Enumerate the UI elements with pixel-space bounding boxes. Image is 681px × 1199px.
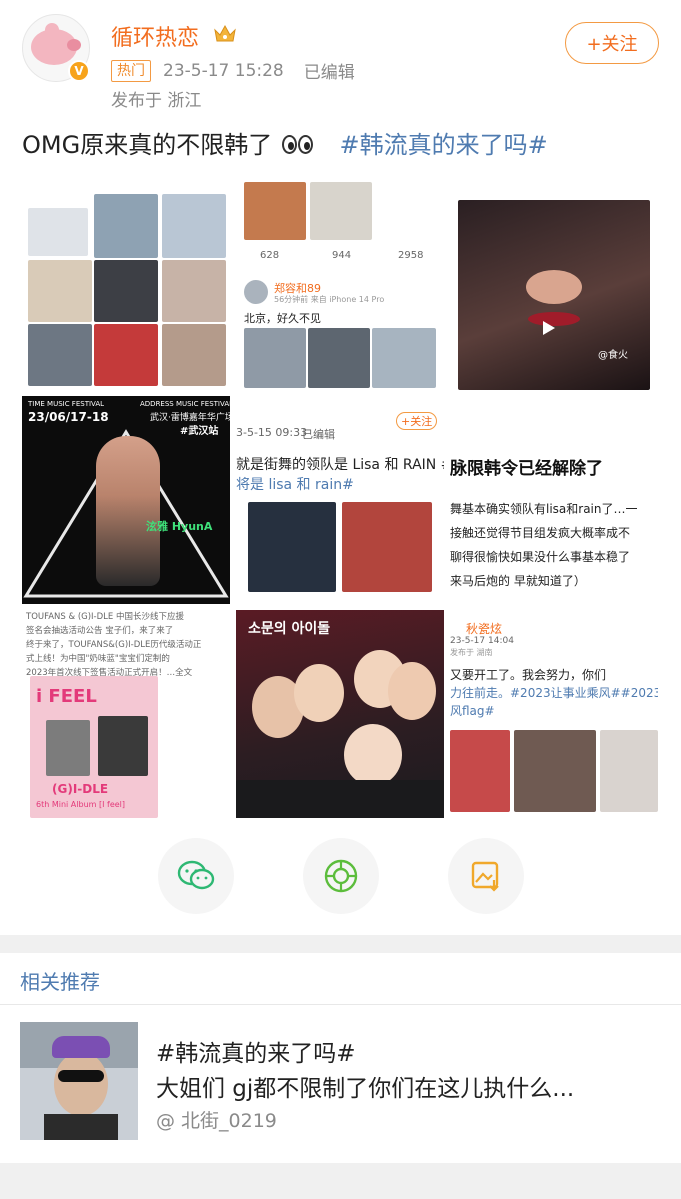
post-body: OMG原来真的不限韩了 [22,131,273,159]
image-grid: 628 944 2958 郑容和89 56分钟前 来自 iPhone 14 Pr… [22,182,660,818]
post-date: 23-5-17 14:04 [450,636,514,646]
user-avatar [244,280,268,304]
related-text[interactable]: 大姐们 gj都不限制了你们在这儿执什么... [156,1069,574,1103]
grid-image-5[interactable]: 3-5-15 09:33 已编辑 +关注 就是街舞的领队是 Lisa 和 RAI… [236,396,444,604]
follow-mini-button: +关注 [396,412,438,430]
grid-image-1[interactable] [22,182,230,390]
grid-image-9[interactable]: 秋瓷炫 23-5-17 14:04 发布于 湖南 又要开工了。我会努力，你们 力… [450,610,658,818]
wechat-icon [177,860,215,890]
verified-icon: V [68,60,90,82]
text-line-3: 聊得很愉快如果没什么事基本稳了 [450,550,631,564]
grid-image-7[interactable]: TOUFANS & (G)I-DLE 中国长沙线下应援 签名会抽选活动公告 宝子… [22,610,230,818]
grid-image-4[interactable]: TIME MUSIC FESTIVAL 23/06/17-18 ADDRESS … [22,396,230,604]
video-watermark: @食火 [598,350,628,361]
play-icon[interactable] [542,320,556,336]
user-name: 秋瓷炫 [466,622,503,636]
grid-image-3[interactable]: @食火 [450,182,658,390]
post-location: 发布于 湖南 [450,648,493,657]
post-meta: 热门 23-5-17 15:28 已编辑 [111,58,355,83]
save-image-button[interactable] [448,838,524,914]
hot-badge: 热门 [111,59,151,82]
text-line-4: 来马后炮的 早就知道了） [450,574,586,588]
post-header: V 循环热恋 热门 23-5-17 15:28 已编辑 发布于 浙江 +关注 [0,0,681,120]
wechat-share-button[interactable] [158,838,234,914]
bottom-gap [0,1163,681,1199]
related-title: 相关推荐 [20,970,100,994]
related-thumbnail[interactable] [20,1022,138,1140]
related-divider [0,1004,681,1005]
grid-image-8[interactable]: 소문의 아이돌 [236,610,444,818]
festival-date: 23/06/17-18 [28,410,109,424]
festival-brand: ADDRESS MUSIC FESTIVAL [140,400,230,408]
grid-image-6[interactable]: 脉限韩令已经解除了 舞基本确实领队有lisa和rain了…一 接触还觉得节目组发… [450,396,658,604]
related-author[interactable]: @ 北街_0219 [156,1106,277,1133]
post-hashtag[interactable]: #韩流真的来了吗# [339,131,547,159]
snippet-line-2: 力往前走。#2023让事业乘风##2023 [450,686,658,700]
announce-line-1: TOUFANS & (G)I-DLE 中国长沙线下应援 [26,612,184,622]
snippet-line-3: 风flag# [450,704,495,718]
likes-count: 628 [260,250,280,261]
announce-line-2: 签名会抽选活动公告 宝子们，来了来了 [26,626,174,636]
edited-mark: 已编辑 [302,428,335,441]
post-date: 3-5-15 09:33 [236,426,308,439]
moments-icon [324,859,358,893]
show-logo-text: 소문의 아이돌 [248,621,331,637]
crown-icon [214,24,236,42]
post-source: 56分钟前 来自 iPhone 14 Pro [274,295,385,304]
share-bar [0,838,681,918]
post-snippet: 北京，好久不见 [244,312,321,325]
edited-label[interactable]: 已编辑 [304,58,355,83]
snippet-line-1: 就是街舞的领队是 Lisa 和 RAIN # [236,457,444,473]
snippet-line-1: 又要开工了。我会努力，你们 [450,668,607,682]
pig-avatar-shape [31,29,81,65]
album-title: i FEEL [36,686,97,707]
moments-share-button[interactable] [303,838,379,914]
grid-image-2[interactable]: 628 944 2958 郑容和89 56分钟前 来自 iPhone 14 Pr… [236,182,444,390]
festival-name: TIME MUSIC FESTIVAL [28,400,105,408]
artist-name-tag: 泫雅 HyunA [146,520,213,533]
post-location: 发布于 浙江 [111,91,202,111]
comments-count: 944 [332,250,352,261]
announce-line-3: 终于来了，TOUFANS&(G)I-DLE历代级活动正 [26,640,202,650]
snippet-line-2: 将是 lisa 和 rain# [236,477,354,493]
follow-button[interactable]: +关注 [565,22,659,64]
headline: 脉限韩令已经解除了 [450,459,603,479]
section-divider [0,935,681,953]
album-artist: (G)I-DLE [52,782,109,796]
eyes-emoji-icon [281,132,314,160]
author-name[interactable]: 循环热恋 [111,20,199,52]
album-subtitle: 6th Mini Album [I feel] [36,800,126,809]
related-hashtag[interactable]: #韩流真的来了吗# [156,1034,356,1068]
announce-line-4: 式上线！为中国"奶味蓝"宝宝们定制的 [26,654,170,664]
text-line-1: 舞基本确实领队有lisa和rain了…一 [450,502,638,516]
post-timestamp: 23-5-17 15:28 [163,60,284,81]
save-image-icon [471,861,499,892]
text-line-2: 接触还觉得节目组发疯大概率成不 [450,526,631,540]
reposts-count: 2958 [398,250,424,261]
post-text: OMG原来真的不限韩了 #韩流真的来了吗# [22,125,548,160]
